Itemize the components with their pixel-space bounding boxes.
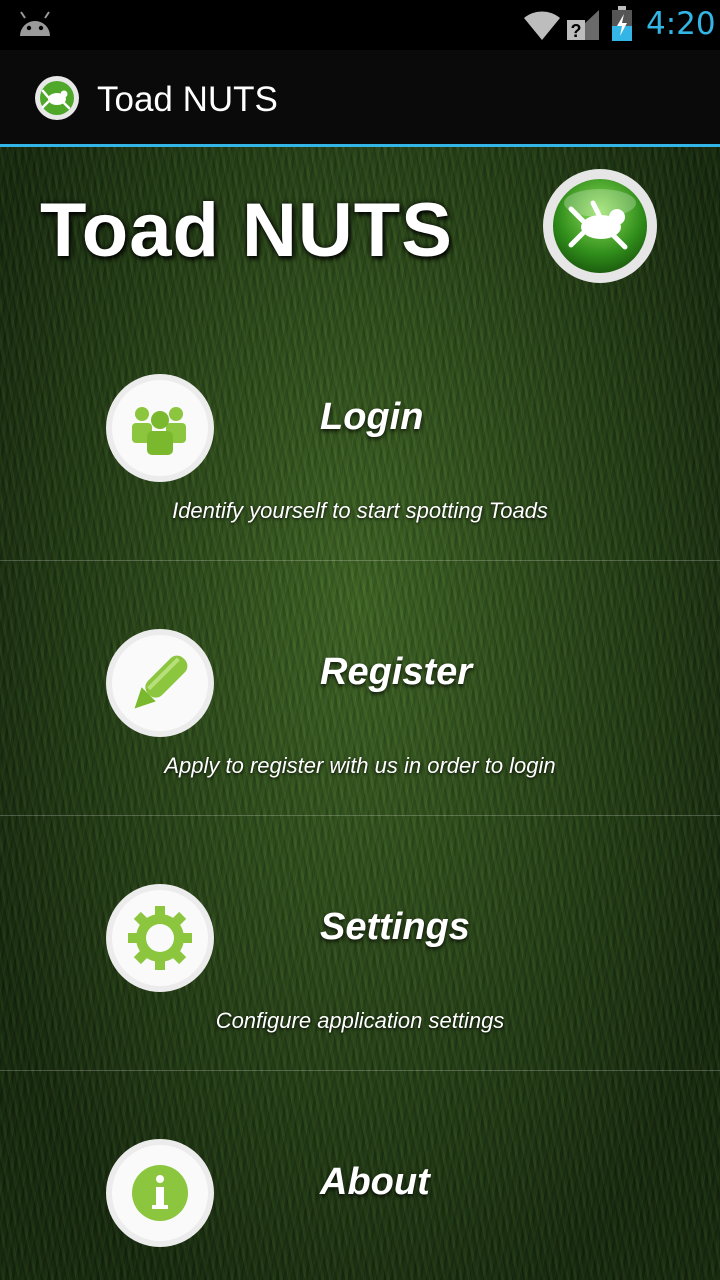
menu-item-register[interactable]: Register Apply to register with us in or…	[0, 561, 720, 816]
wifi-icon	[524, 11, 560, 40]
battery-charging-icon	[612, 6, 632, 41]
svg-text:?: ?	[571, 21, 582, 41]
menu-item-description: Apply to register with us in order to lo…	[164, 753, 556, 778]
main-content: Toad NUTS Login Identify yourself to sta…	[0, 147, 720, 1280]
gear-icon	[106, 884, 214, 992]
menu-item-login[interactable]: Login Identify yourself to start spottin…	[0, 306, 720, 561]
status-clock: 4:20	[646, 6, 716, 42]
users-icon	[106, 374, 214, 482]
toad-logo-icon[interactable]	[34, 75, 80, 121]
status-bar: ? 4:20	[0, 0, 720, 50]
menu-item-settings[interactable]: Settings Configure application settings	[0, 816, 720, 1071]
info-icon	[106, 1139, 214, 1247]
menu-item-about[interactable]: About	[0, 1071, 720, 1280]
menu-item-description: Configure application settings	[215, 1008, 505, 1033]
menu-item-label: Settings	[320, 906, 470, 948]
page-title: Toad NUTS	[40, 188, 453, 273]
menu-item-label: About	[320, 1161, 430, 1203]
menu-item-label: Login	[320, 396, 424, 438]
action-bar: Toad NUTS	[0, 50, 720, 147]
action-bar-title: Toad NUTS	[97, 80, 278, 119]
menu-item-label: Register	[320, 651, 473, 693]
menu-item-description: Identify yourself to start spotting Toad…	[172, 498, 548, 523]
toad-logo-icon	[543, 169, 657, 283]
signal-icon: ?	[567, 10, 599, 41]
pencil-icon	[106, 629, 214, 737]
android-icon	[20, 11, 50, 36]
